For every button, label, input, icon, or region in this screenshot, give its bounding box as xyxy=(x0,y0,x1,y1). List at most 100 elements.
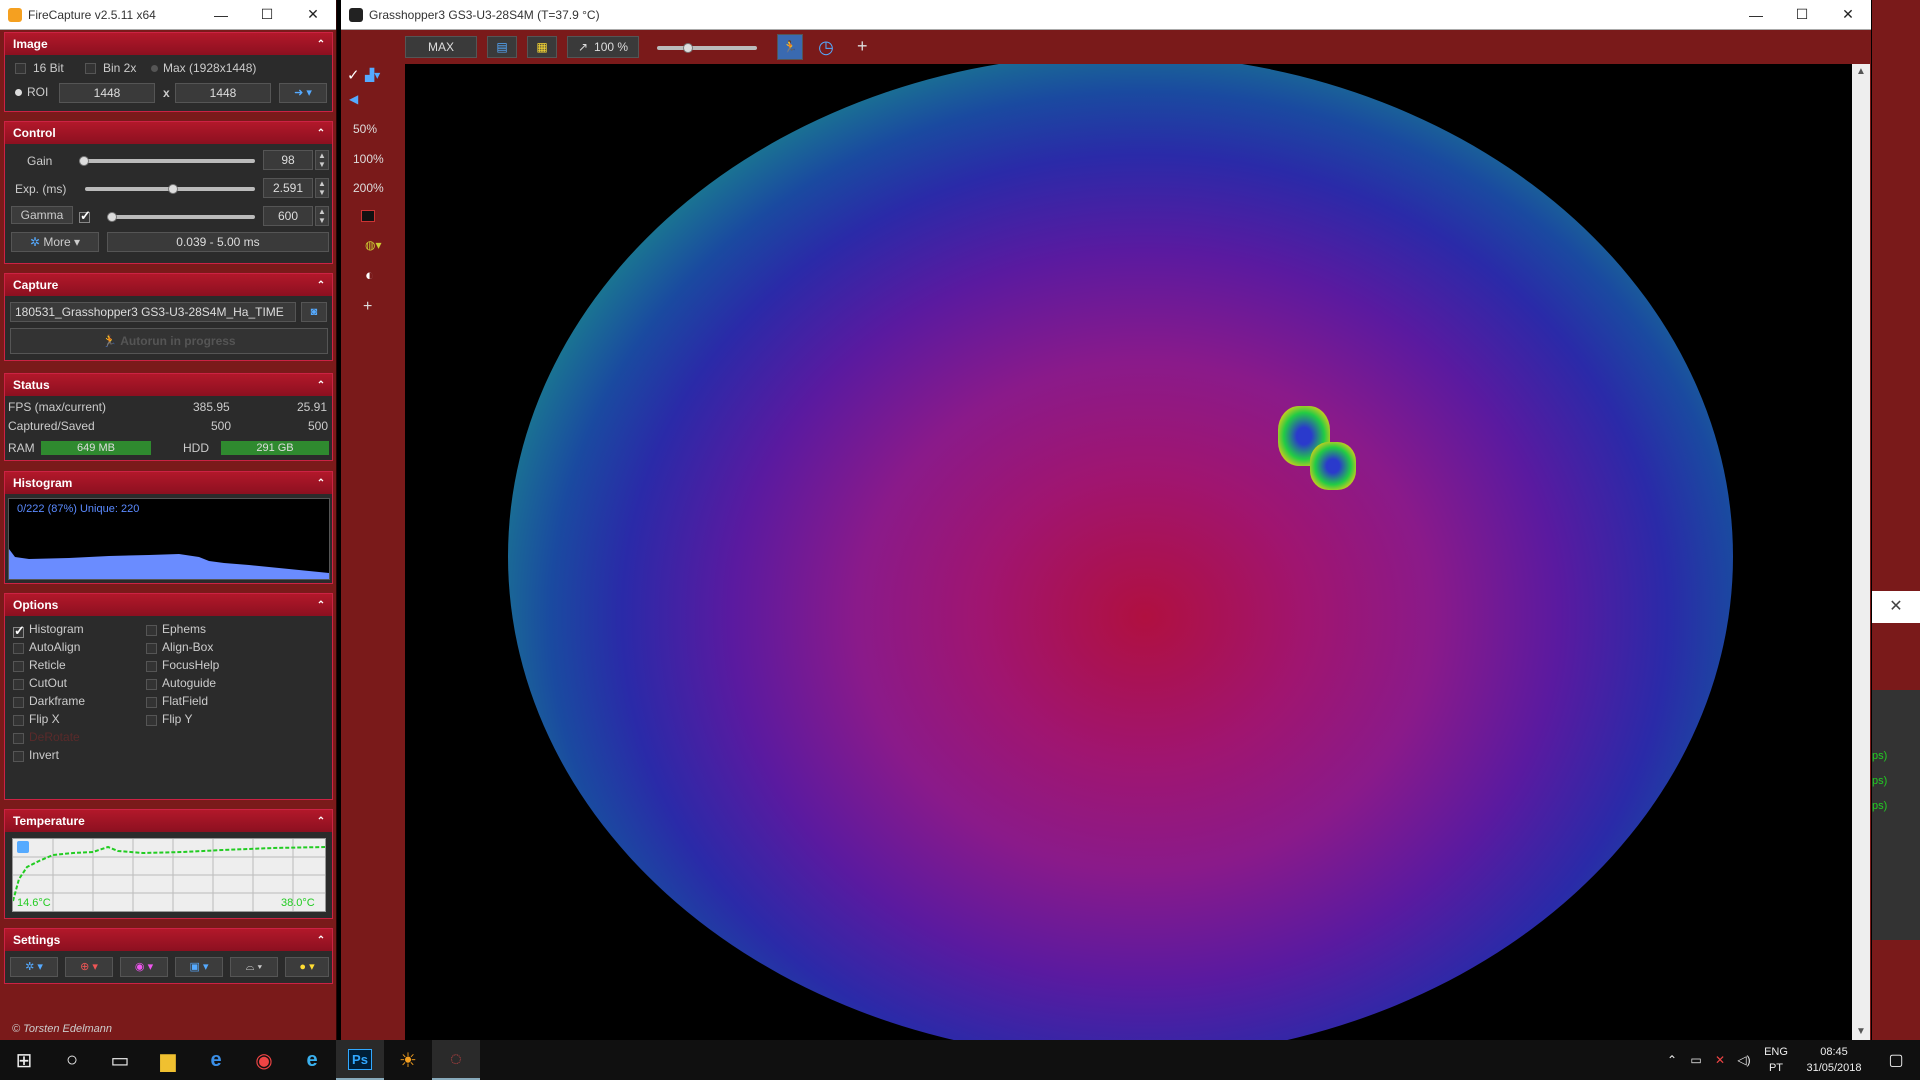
timer-button[interactable]: ◷ xyxy=(813,34,839,60)
collapse-icon[interactable]: ⌃ xyxy=(310,478,332,489)
bin2x-checkbox[interactable] xyxy=(85,63,96,74)
options-panel-header[interactable]: Options ⌃ xyxy=(5,594,332,616)
zoom-50-button[interactable]: 50% xyxy=(353,122,377,136)
collapse-icon[interactable]: ⌃ xyxy=(310,600,332,611)
globe-icon[interactable]: ◍▾ xyxy=(365,238,382,252)
option-checkbox[interactable] xyxy=(13,733,24,744)
more-dropdown[interactable]: ✲ More ▾ xyxy=(11,232,99,252)
zoom-200-button[interactable]: 200% xyxy=(353,181,384,195)
option-checkbox[interactable] xyxy=(146,661,157,672)
task-view-icon[interactable]: ▭ xyxy=(96,1040,144,1080)
option-checkbox[interactable] xyxy=(13,661,24,672)
settings-color-dropdown[interactable]: ◉ ▾ xyxy=(120,957,168,977)
zoom-slider-knob[interactable] xyxy=(683,43,693,53)
scroll-up-icon[interactable]: ▲ xyxy=(1856,66,1866,77)
zoom-display[interactable]: ↗ 100 % xyxy=(567,36,639,58)
autorun-button[interactable]: 🏃 xyxy=(777,34,803,60)
minimize-button[interactable]: — xyxy=(198,7,244,23)
edge-icon[interactable]: e xyxy=(192,1040,240,1080)
exposure-spinner[interactable]: ▲ ▼ xyxy=(315,178,329,198)
max-button[interactable]: MAX xyxy=(405,36,477,58)
gamma-button[interactable]: Gamma xyxy=(11,206,73,224)
minimize-button[interactable]: — xyxy=(1733,7,1779,23)
option-checkbox[interactable] xyxy=(146,625,157,636)
collapse-icon[interactable]: ⌃ xyxy=(310,935,332,946)
camera-snapshot-button[interactable]: ◙ xyxy=(301,302,327,322)
gear-icon[interactable] xyxy=(17,841,29,853)
gamma-spinner[interactable]: ▲ ▼ xyxy=(315,206,329,226)
zoom-slider[interactable] xyxy=(657,43,757,53)
collapse-icon[interactable]: ⌃ xyxy=(310,128,332,139)
settings-panel-header[interactable]: Settings ⌃ xyxy=(5,929,332,951)
image-panel-header[interactable]: Image ⌃ xyxy=(5,33,332,55)
option-checkbox[interactable] xyxy=(146,697,157,708)
fit-screen-button[interactable]: ▤ xyxy=(487,36,517,58)
camera-image-view[interactable] xyxy=(405,64,1852,1041)
histogram-toggle-icon[interactable]: ▟▾ xyxy=(365,68,380,82)
camera-task-icon[interactable]: ◌ xyxy=(432,1040,480,1080)
chrome-icon[interactable]: ◉ xyxy=(240,1040,288,1080)
close-button[interactable]: ✕ xyxy=(290,6,336,23)
firecapture-task-icon[interactable]: ☀ xyxy=(384,1040,432,1080)
gain-slider[interactable] xyxy=(79,156,255,166)
option-checkbox[interactable] xyxy=(146,715,157,726)
reticle-icon[interactable] xyxy=(361,210,375,222)
language-indicator[interactable]: ENG PT xyxy=(1756,1044,1796,1076)
exposure-slider-knob[interactable] xyxy=(168,184,178,194)
option-checkbox[interactable] xyxy=(13,751,24,762)
gain-spinner[interactable]: ▲ ▼ xyxy=(315,150,329,170)
histogram-panel-header[interactable]: Histogram ⌃ xyxy=(5,472,332,494)
status-panel-header[interactable]: Status ⌃ xyxy=(5,374,332,396)
capture-filename-input[interactable]: 180531_Grasshopper3 GS3-U3-28S4M_Ha_TIME xyxy=(10,302,296,322)
option-checkbox[interactable] xyxy=(146,679,157,690)
gain-slider-knob[interactable] xyxy=(79,156,89,166)
gain-input[interactable]: 98 xyxy=(263,150,313,170)
gamma-input[interactable]: 600 xyxy=(263,206,313,226)
gamma-checkbox[interactable] xyxy=(79,208,91,224)
gamma-slider[interactable] xyxy=(107,212,255,222)
autorun-progress-button[interactable]: 🏃 Autorun in progress xyxy=(10,328,328,354)
maximize-button[interactable]: ☐ xyxy=(1779,6,1825,23)
notifications-icon[interactable]: ▢ xyxy=(1872,1040,1920,1080)
close-button[interactable]: ✕ xyxy=(1825,6,1871,23)
collapse-icon[interactable]: ⌃ xyxy=(310,816,332,827)
internet-explorer-icon[interactable]: e xyxy=(288,1040,336,1080)
screenshot-button[interactable]: ▦ xyxy=(527,36,557,58)
search-icon[interactable]: ○ xyxy=(48,1040,96,1080)
contrast-icon[interactable]: ◐ xyxy=(365,267,374,284)
volume-icon[interactable]: ◁) xyxy=(1732,1040,1756,1080)
settings-filter-dropdown[interactable]: ⌓ ▾ xyxy=(230,957,278,977)
capture-panel-header[interactable]: Capture ⌃ xyxy=(5,274,332,296)
roi-presets-dropdown[interactable]: ➜ ▾ xyxy=(279,83,327,103)
check-icon[interactable]: ✓ xyxy=(347,66,360,84)
16bit-checkbox[interactable] xyxy=(15,63,26,74)
option-checkbox[interactable] xyxy=(13,697,24,708)
settings-gear-dropdown[interactable]: ✲ ▾ xyxy=(10,957,58,977)
exposure-input[interactable]: 2.591 xyxy=(263,178,313,198)
settings-light-dropdown[interactable]: ● ▾ xyxy=(285,957,329,977)
exposure-slider[interactable] xyxy=(85,184,255,194)
option-checkbox[interactable] xyxy=(13,623,25,639)
file-explorer-icon[interactable]: ▆ xyxy=(144,1040,192,1080)
add-toolbar-button[interactable]: + xyxy=(857,36,868,57)
settings-profile-dropdown[interactable]: ▣ ▾ xyxy=(175,957,223,977)
option-checkbox[interactable] xyxy=(13,643,24,654)
collapse-icon[interactable]: ⌃ xyxy=(310,380,332,391)
maximize-button[interactable]: ☐ xyxy=(244,6,290,23)
max-radio[interactable] xyxy=(151,65,158,72)
option-checkbox[interactable] xyxy=(13,715,24,726)
tray-chevron-icon[interactable]: ⌃ xyxy=(1660,1040,1684,1080)
battery-icon[interactable]: ▭ xyxy=(1684,1040,1708,1080)
temperature-panel-header[interactable]: Temperature ⌃ xyxy=(5,810,332,832)
photoshop-icon[interactable]: Ps xyxy=(336,1040,384,1080)
vertical-scrollbar[interactable]: ▲ ▼ xyxy=(1852,64,1870,1041)
network-icon[interactable]: ✕ xyxy=(1708,1040,1732,1080)
gamma-slider-knob[interactable] xyxy=(107,212,117,222)
roi-radio[interactable] xyxy=(15,89,22,96)
settings-target-dropdown[interactable]: ⊕ ▾ xyxy=(65,957,113,977)
add-tool-button[interactable]: + xyxy=(363,298,372,316)
roi-width-input[interactable]: 1448 xyxy=(59,83,155,103)
clock[interactable]: 08:45 31/05/2018 xyxy=(1796,1044,1872,1076)
collapse-icon[interactable]: ⌃ xyxy=(310,39,332,50)
control-panel-header[interactable]: Control ⌃ xyxy=(5,122,332,144)
